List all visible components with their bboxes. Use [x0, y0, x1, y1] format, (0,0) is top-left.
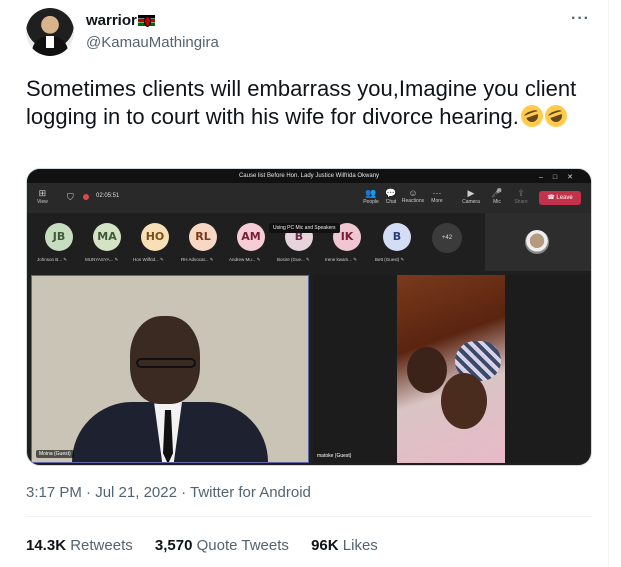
chat-label: Chat [385, 199, 397, 205]
participant-avatar[interactable]: AM [237, 223, 265, 251]
divider [26, 516, 592, 517]
participant-avatar[interactable]: RL [189, 223, 217, 251]
user-handle[interactable]: @KamauMathingira [86, 34, 219, 51]
retweets-count: 14.3K [26, 537, 67, 554]
tweet-media-image[interactable]: Cause list Before Hon. Lady Justice Wilf… [26, 168, 592, 466]
quote-tweets-stat[interactable]: 3,570 Quote Tweets [155, 537, 289, 554]
retweets-label: Retweets [70, 537, 133, 554]
participant-avatar[interactable]: JB [45, 223, 73, 251]
more-button[interactable]: ··· More [425, 188, 449, 204]
kenya-flag-icon [137, 15, 155, 27]
participant-name: Hon Wilfrid... ✎ [133, 257, 164, 262]
share-label: Share [514, 199, 528, 205]
camera-button[interactable]: ▶ Camera [459, 188, 483, 205]
likes-stat[interactable]: 96K Likes [311, 537, 378, 554]
leave-button[interactable]: ☎ Leave [539, 191, 581, 205]
divider-vertical [608, 0, 609, 567]
display-name[interactable]: warrior [86, 12, 155, 29]
share-icon: ⇪ [517, 188, 525, 198]
tweet-date[interactable]: Jul 21, 2022 [95, 484, 177, 501]
share-button[interactable]: ⇪ Share [509, 188, 533, 205]
grid-icon: ⊞ [38, 188, 47, 198]
chat-icon: 💬 [385, 188, 397, 198]
retweets-stat[interactable]: 14.3K Retweets [26, 537, 133, 554]
video-name-tag: matoke (Guest) [317, 453, 352, 459]
camera-label: Camera [462, 199, 480, 205]
participant-name: RH Advocat... ✎ [181, 257, 214, 262]
participant-name: Irene kwam... ✎ [325, 257, 358, 262]
participant-thumbnail [525, 230, 549, 254]
view-button[interactable]: ⊞ View [37, 188, 48, 205]
mic-icon: 🎤 [491, 188, 503, 198]
people-label: People [363, 199, 379, 205]
reactions-button[interactable]: ☺ Reactions [401, 188, 425, 204]
participant-name: Bosire (Gue... ✎ [277, 257, 310, 262]
avatar[interactable] [26, 8, 74, 56]
video-tile-left: Moina (Guest) [31, 275, 309, 463]
video-name-tag: Moina (Guest) [36, 450, 74, 458]
likes-count: 96K [311, 537, 339, 554]
quotes-label: Quote Tweets [196, 537, 289, 554]
meeting-title-text: Cause list Before Hon. Lady Justice Wilf… [238, 173, 380, 179]
tweet-source[interactable]: Twitter for Android [190, 484, 311, 501]
tweet-time[interactable]: 3:17 PM [26, 484, 82, 501]
quotes-count: 3,570 [154, 537, 193, 554]
meeting-toolbar: ⊞ View ⛉ 02:05:51 👥 People 💬 Chat ☺ Reac… [27, 183, 591, 213]
leave-label: Leave [556, 195, 573, 201]
participant-name: Andrew Mu... ✎ [229, 257, 261, 262]
tweet-text-body: Sometimes clients will embarrass you,Ima… [26, 76, 577, 129]
reactions-label: Reactions [401, 198, 425, 204]
participant-avatar[interactable]: B [383, 223, 411, 251]
view-label: View [37, 199, 48, 205]
participant-avatar[interactable]: MA [93, 223, 121, 251]
tweet-stats: 14.3K Retweets 3,570 Quote Tweets 96K Li… [26, 537, 396, 554]
tweet-text: Sometimes clients will embarrass you,Ima… [26, 75, 586, 131]
more-icon: ··· [432, 188, 442, 198]
audio-tooltip: Using PC Mic and Speakers [269, 223, 340, 233]
participant-avatar[interactable]: HO [141, 223, 169, 251]
meeting-window-title: Cause list Before Hon. Lady Justice Wilf… [27, 169, 591, 183]
rolling-laughing-emoji-icon [517, 101, 546, 131]
recording-icon [83, 194, 89, 200]
phone-icon: ☎ [547, 195, 555, 201]
camera-icon: ▶ [467, 188, 475, 198]
more-label: More [431, 198, 443, 204]
tweet: warrior @KamauMathingira ··· Sometimes c… [0, 0, 621, 567]
chat-button[interactable]: 💬 Chat [379, 188, 403, 205]
mic-label: Mic [493, 199, 501, 205]
more-options-icon[interactable]: ··· [571, 10, 590, 28]
participant-name: Bett (Guest) ✎ [375, 257, 405, 262]
rolling-laughing-emoji-icon [541, 101, 570, 131]
shield-icon: ⛉ [67, 192, 74, 202]
self-video-thumbnail [485, 213, 591, 271]
reactions-icon: ☺ [408, 188, 418, 198]
video-tile-right: matoke (Guest) [313, 275, 589, 463]
participant-name: Johnson B... ✎ [37, 257, 68, 262]
participant-name: MUNYASYA... ✎ [85, 257, 119, 262]
meeting-timer: 02:05:51 [96, 193, 120, 199]
tweet-meta: 3:17 PM · Jul 21, 2022 · Twitter for And… [26, 484, 311, 501]
likes-label: Likes [342, 537, 378, 554]
more-participants-button[interactable]: +42 [432, 223, 462, 253]
mic-button[interactable]: 🎤 Mic [485, 188, 509, 205]
participant-roster: JB Johnson B... ✎ MA MUNYASYA... ✎ HO Hon Wil… [27, 213, 485, 269]
display-name-text[interactable]: warrior [86, 12, 137, 29]
